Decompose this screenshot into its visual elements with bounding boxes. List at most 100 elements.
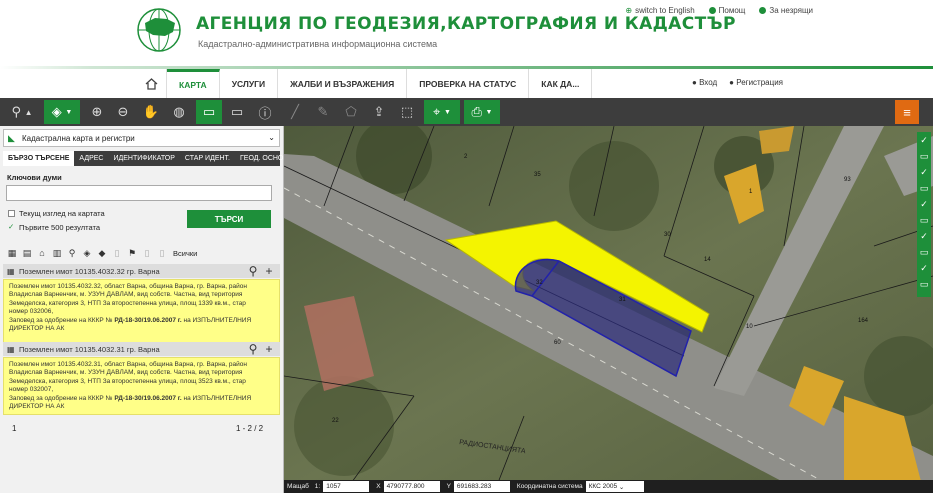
clear-selection-icon: ⬚ (400, 104, 414, 119)
select-button[interactable]: ▭ (226, 100, 248, 124)
nav-tab-map[interactable]: КАРТА (167, 69, 220, 98)
nav-tab-how-to[interactable]: КАК ДА... (529, 69, 593, 98)
nav-tab-complaints[interactable]: ЖАЛБИ И ВЪЗРАЖЕНИЯ (278, 69, 408, 98)
filter-icon[interactable]: ▯ (141, 247, 153, 259)
nav-tab-status-check[interactable]: ПРОВЕРКА НА СТАТУС (407, 69, 530, 98)
zoom-to-result-button[interactable]: ⚲ (246, 264, 260, 278)
layer-toggle-icon[interactable]: ▭ (918, 182, 930, 194)
globe-icon: ⊕ (625, 6, 633, 15)
add-result-button[interactable]: + (262, 342, 276, 356)
full-extent-button[interactable]: ◍ (168, 100, 190, 124)
coordinate-system-select[interactable]: ККС 2005 ⌄ (585, 481, 644, 492)
scale-input[interactable]: 1057 (323, 481, 370, 492)
pin-icon[interactable]: ⚲ (66, 247, 78, 259)
parcel-label: 93 (844, 177, 851, 183)
home-filter-icon[interactable]: ⌂ (36, 247, 48, 259)
y-coordinate-field[interactable]: 691683.283 (453, 481, 510, 492)
ruler-button[interactable]: ✎ (312, 100, 334, 124)
zoom-to-result-button[interactable]: ⚲ (246, 342, 260, 356)
zoom-out-button[interactable]: ⊖ (112, 100, 134, 124)
pan-hand-icon: ✋ (142, 104, 160, 119)
first500-label: Първите 500 резултата (19, 223, 100, 232)
register-link[interactable]: ● Регистрация (729, 78, 783, 87)
coordinate-bar: Мащаб 1: 1057 X 4790777.800 Y 691683.283… (284, 480, 933, 493)
result-header[interactable]: ▦ Поземлен имот 10135.4032.31 гр. Варна (3, 342, 280, 356)
info-button[interactable]: ⓘ (254, 100, 276, 124)
switch-language-link[interactable]: ⊕ switch to English (625, 6, 694, 15)
measure-area-button[interactable]: ⬠ (340, 100, 362, 124)
plus-icon: + (265, 264, 273, 278)
help-icon (708, 7, 716, 14)
login-link[interactable]: ● Вход (692, 78, 717, 87)
table-icon[interactable]: ▥ (51, 247, 63, 259)
layers-filter-icon[interactable]: ◈ (81, 247, 93, 259)
select-rect-button[interactable]: ▭ (196, 100, 222, 124)
help-link[interactable]: Помощ (708, 6, 745, 15)
parcel-label: 14 (704, 257, 711, 263)
eye-icon (759, 7, 767, 14)
first500-check-icon[interactable]: ✓ (8, 222, 14, 231)
y-label: Y (446, 483, 451, 490)
measure-line-button[interactable]: ╱ (284, 100, 306, 124)
zoom-in-button[interactable]: ⊕ (86, 100, 108, 124)
list-view-icon[interactable]: ▦ (6, 247, 18, 259)
stack-icon[interactable]: ◆ (96, 247, 108, 259)
layers-button[interactable]: ◈ ▼ (44, 100, 80, 124)
map-view[interactable]: 31 32 30 60 35 93 1 2 10 164 14 22 РАДИО… (284, 126, 933, 493)
parcel-label: 30 (664, 232, 671, 238)
accessibility-link[interactable]: За незрящи (759, 6, 813, 15)
tab-quick-search[interactable]: БЪРЗО ТЪРСЕНЕ (3, 151, 75, 166)
parcel-label: 22 (332, 418, 339, 424)
grid-view-icon[interactable]: ▤ (21, 247, 33, 259)
clear-selection-button[interactable]: ⬚ (396, 100, 418, 124)
layer-toggle-icon[interactable]: ✓ (918, 262, 930, 274)
location-button[interactable]: ⌖ ▼ (424, 100, 460, 124)
layer-toggle-icon[interactable]: ▭ (918, 278, 930, 290)
menu-icon: ≡ (903, 104, 911, 120)
parcel-label: 164 (858, 318, 869, 324)
results-toolbar: ▦ ▤ ⌂ ▥ ⚲ ◈ ◆ ▯ ⚑ ▯ ▯ Всички (3, 244, 280, 262)
parcel-label: 10 (746, 324, 753, 330)
zoom-in-icon: ⊕ (91, 104, 103, 119)
tab-address[interactable]: АДРЕС (74, 151, 108, 166)
location-icon: ⌖ (433, 104, 441, 119)
scale-prefix: 1: (314, 483, 321, 490)
edit-icon[interactable]: ▯ (111, 247, 123, 259)
keywords-input[interactable] (6, 185, 272, 201)
chevron-down-icon: ⌄ (618, 483, 625, 491)
keywords-label: Ключови думи (7, 173, 62, 182)
layer-toggle-icon[interactable]: ✓ (918, 198, 930, 210)
layer-toggle-icon[interactable]: ✓ (918, 230, 930, 242)
search-panel: ◣ Кадастрална карта и регистри ⌄ БЪРЗО Т… (0, 126, 293, 493)
menu-button[interactable]: ≡ (895, 100, 919, 124)
tab-old-identifier[interactable]: СТАР ИДЕНТ. (180, 151, 235, 166)
layer-toggle-icon[interactable]: ▭ (918, 150, 930, 162)
pan-button[interactable]: ✋ (140, 100, 162, 124)
x-coordinate-field[interactable]: 4790777.800 (383, 481, 440, 492)
parcel-icon: ▦ (7, 345, 15, 354)
print-button[interactable]: ⎙ ▼ (464, 100, 500, 124)
result-header[interactable]: ▦ Поземлен имот 10135.4032.32 гр. Варна (3, 264, 280, 278)
layer-toggle-icon[interactable]: ✓ (918, 166, 930, 178)
upload-icon: ⇪ (373, 104, 385, 119)
agency-logo[interactable] (135, 6, 183, 54)
nav-tab-services[interactable]: УСЛУГИ (220, 69, 279, 98)
select-all-icon[interactable]: ▯ (156, 247, 168, 259)
search-button[interactable]: ТЪРСИ (187, 210, 271, 228)
layer-select[interactable]: ◣ Кадастрална карта и регистри ⌄ (3, 129, 280, 147)
result-details: Поземлен имот 10135.4032.32, област Варн… (3, 279, 280, 343)
upload-button[interactable]: ⇪ (368, 100, 390, 124)
add-result-button[interactable]: + (262, 264, 276, 278)
layer-toggle-icon[interactable]: ▭ (918, 214, 930, 226)
tab-identifier[interactable]: ИДЕНТИФИКАТОР (108, 151, 179, 166)
parcel-icon: ▦ (7, 267, 15, 276)
home-button[interactable] (137, 69, 167, 98)
aerial-map[interactable]: 31 32 30 60 35 93 1 2 10 164 14 22 РАДИО… (284, 126, 933, 493)
check-icon[interactable]: ✓ (918, 134, 930, 146)
flag-icon[interactable]: ⚑ (126, 247, 138, 259)
cadastre-icon: ◣ (8, 133, 15, 143)
layer-toggle-icon[interactable]: ▭ (918, 246, 930, 258)
current-view-checkbox[interactable] (8, 210, 15, 217)
search-tool-button[interactable]: ⚲ ▲ (2, 100, 42, 124)
page-number[interactable]: 1 (12, 424, 16, 433)
